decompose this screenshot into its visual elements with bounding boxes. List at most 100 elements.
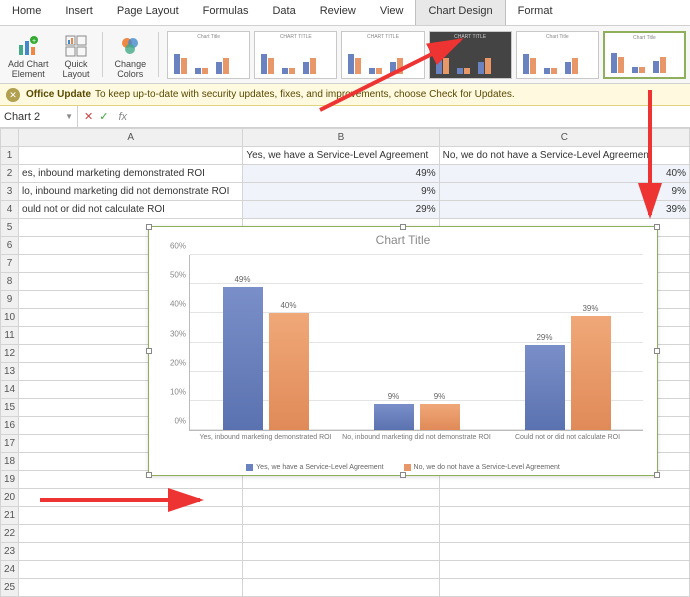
row-header[interactable]: 13 (1, 363, 19, 381)
row-header[interactable]: 17 (1, 435, 19, 453)
row-header[interactable]: 3 (1, 183, 19, 201)
row-header[interactable]: 19 (1, 471, 19, 489)
resize-handle[interactable] (654, 348, 660, 354)
formula-input[interactable] (131, 106, 690, 127)
tab-data[interactable]: Data (260, 0, 307, 25)
cell[interactable]: 29% (243, 201, 439, 219)
quick-layout-label: Quick Layout (63, 59, 90, 79)
bar[interactable]: 29% (525, 345, 565, 430)
chart-style-2[interactable]: CHART TITLE (254, 31, 337, 79)
bar[interactable]: 9% (420, 404, 460, 430)
chart-style-1[interactable]: Chart Title (167, 31, 250, 79)
tab-chart-design[interactable]: Chart Design (415, 0, 505, 25)
cell[interactable]: 9% (439, 183, 689, 201)
chart-legend[interactable]: Yes, we have a Service-Level Agreement N… (149, 464, 657, 471)
row-header[interactable]: 11 (1, 327, 19, 345)
data-label: 49% (223, 275, 263, 284)
cell[interactable]: 39% (439, 201, 689, 219)
formula-bar: Chart 2 ▼ ✕ ✓ fx (0, 106, 690, 128)
row-header[interactable]: 18 (1, 453, 19, 471)
data-label: 29% (525, 333, 565, 342)
confirm-icon[interactable]: ✓ (99, 110, 108, 123)
tab-page-layout[interactable]: Page Layout (105, 0, 191, 25)
resize-handle[interactable] (400, 472, 406, 478)
bar[interactable]: 9% (374, 404, 414, 430)
row-header[interactable]: 16 (1, 417, 19, 435)
style-thumb-title: CHART TITLE (255, 32, 336, 40)
resize-handle[interactable] (400, 224, 406, 230)
cell[interactable]: es, inbound marketing demonstrated ROI (19, 165, 243, 183)
row-header[interactable]: 24 (1, 561, 19, 579)
row-header[interactable]: 12 (1, 345, 19, 363)
office-update-bar: ✕ Office Update To keep up-to-date with … (0, 84, 690, 106)
style-thumb-title: Chart Title (168, 32, 249, 40)
row-header[interactable]: 22 (1, 525, 19, 543)
quick-layout-icon (65, 35, 87, 57)
resize-handle[interactable] (654, 224, 660, 230)
embedded-chart[interactable]: Chart Title 0%10%20%30%40%50%60%49%40%Ye… (148, 226, 658, 476)
y-axis-tick: 0% (162, 417, 186, 426)
name-box[interactable]: Chart 2 ▼ (0, 106, 78, 127)
row-header[interactable]: 5 (1, 219, 19, 237)
tab-format[interactable]: Format (506, 0, 565, 25)
tab-view[interactable]: View (368, 0, 416, 25)
add-chart-element-button[interactable]: + Add Chart Element (4, 28, 53, 81)
row-header[interactable]: 9 (1, 291, 19, 309)
tab-review[interactable]: Review (308, 0, 368, 25)
legend-series-1: Yes, we have a Service-Level Agreement (256, 464, 383, 471)
data-label: 9% (374, 392, 414, 401)
row-header[interactable]: 10 (1, 309, 19, 327)
notification-message: To keep up-to-date with security updates… (95, 89, 515, 100)
bar[interactable]: 40% (269, 313, 309, 430)
chart-style-5[interactable]: Chart Title (516, 31, 599, 79)
tab-home[interactable]: Home (0, 0, 53, 25)
bar[interactable]: 49% (223, 287, 263, 430)
row-header[interactable]: 14 (1, 381, 19, 399)
cell[interactable]: 49% (243, 165, 439, 183)
resize-handle[interactable] (146, 224, 152, 230)
cell[interactable]: 40% (439, 165, 689, 183)
select-all-corner[interactable] (1, 129, 19, 147)
quick-layout-button[interactable]: Quick Layout (59, 28, 94, 81)
row-header[interactable]: 2 (1, 165, 19, 183)
change-colors-button[interactable]: Change Colors (111, 28, 151, 81)
resize-handle[interactable] (146, 348, 152, 354)
row-header[interactable]: 20 (1, 489, 19, 507)
tab-insert[interactable]: Insert (53, 0, 105, 25)
resize-handle[interactable] (654, 472, 660, 478)
col-header-b[interactable]: B (243, 129, 439, 147)
cell[interactable]: 9% (243, 183, 439, 201)
cell[interactable]: ould not or did not calculate ROI (19, 201, 243, 219)
chart-style-6[interactable]: Chart Title (603, 31, 686, 79)
row-header[interactable]: 21 (1, 507, 19, 525)
row-header[interactable]: 23 (1, 543, 19, 561)
cell[interactable]: Yes, we have a Service-Level Agreement (243, 147, 439, 165)
row-header[interactable]: 8 (1, 273, 19, 291)
cancel-icon[interactable]: ✕ (84, 110, 93, 123)
ribbon-separator (158, 32, 159, 77)
worksheet[interactable]: A B C 1 Yes, we have a Service-Level Agr… (0, 128, 690, 597)
close-icon[interactable]: ✕ (6, 88, 20, 102)
row-header[interactable]: 1 (1, 147, 19, 165)
chart-style-3[interactable]: CHART TITLE (341, 31, 424, 79)
row-header[interactable]: 4 (1, 201, 19, 219)
col-header-c[interactable]: C (439, 129, 689, 147)
tab-formulas[interactable]: Formulas (191, 0, 261, 25)
cell[interactable]: No, we do not have a Service-Level Agree… (439, 147, 689, 165)
cell[interactable]: lo, inbound marketing did not demonstrat… (19, 183, 243, 201)
bar[interactable]: 39% (571, 316, 611, 430)
resize-handle[interactable] (146, 472, 152, 478)
plot-area[interactable]: 0%10%20%30%40%50%60%49%40%Yes, inbound m… (189, 255, 643, 431)
row-header[interactable]: 15 (1, 399, 19, 417)
data-label: 40% (269, 301, 309, 310)
y-axis-tick: 40% (162, 300, 186, 309)
y-axis-tick: 60% (162, 242, 186, 251)
cell[interactable] (19, 147, 243, 165)
col-header-a[interactable]: A (19, 129, 243, 147)
row-header[interactable]: 6 (1, 237, 19, 255)
row-header[interactable]: 7 (1, 255, 19, 273)
chart-title[interactable]: Chart Title (149, 227, 657, 247)
row-header[interactable]: 25 (1, 579, 19, 597)
ribbon-body: + Add Chart Element Quick Layout Change … (0, 26, 690, 84)
chart-style-4[interactable]: CHART TITLE (429, 31, 512, 79)
